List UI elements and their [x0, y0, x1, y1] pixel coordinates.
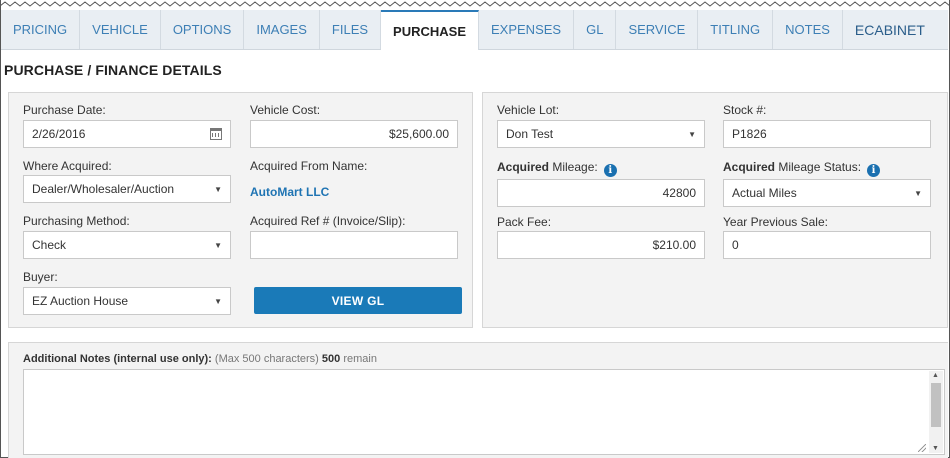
notes-scrollbar[interactable]: ▲ ▼	[929, 371, 943, 453]
acquired-mileage-value: 42800	[662, 186, 696, 200]
tab-bar: PRICING VEHICLE OPTIONS IMAGES FILES PUR…	[1, 10, 948, 50]
vehicle-lot-panel: Vehicle Lot: Don Test ▼ Stock #: P1826 A…	[482, 92, 948, 328]
where-acquired-value: Dealer/Wholesaler/Auction	[32, 182, 175, 196]
vehicle-cost-label: Vehicle Cost:	[250, 103, 321, 117]
acquired-mileage-label: Acquired Mileage: i	[497, 160, 617, 177]
acquired-mileage-label-bold: Acquired	[497, 160, 550, 174]
scrollbar-thumb[interactable]	[931, 383, 941, 427]
purchase-date-label: Purchase Date:	[23, 103, 106, 117]
notes-remain-word: remain	[340, 353, 377, 365]
tab-images[interactable]: IMAGES	[244, 10, 320, 49]
view-gl-button[interactable]: VIEW GL	[254, 287, 462, 314]
chevron-down-icon: ▼	[914, 188, 922, 198]
additional-notes-label: Additional Notes (internal use only): (M…	[23, 353, 377, 365]
notes-remain-count: 500	[321, 353, 341, 365]
pack-fee-value: $210.00	[652, 238, 696, 252]
stock-input[interactable]: P1826	[723, 120, 931, 148]
notes-label-hint: (Max 500 characters)	[211, 353, 322, 365]
year-previous-sale-value: 0	[732, 238, 739, 252]
tab-pricing[interactable]: PRICING	[1, 10, 81, 49]
buyer-select[interactable]: EZ Auction House ▼	[23, 287, 231, 315]
scroll-down-icon[interactable]: ▼	[932, 445, 939, 452]
vehicle-cost-input[interactable]: $25,600.00	[250, 120, 458, 148]
year-previous-sale-label: Year Previous Sale:	[723, 215, 828, 229]
pack-fee-input[interactable]: $210.00	[497, 231, 705, 259]
resize-grip-icon[interactable]	[918, 444, 926, 452]
additional-notes-panel: Additional Notes (internal use only): (M…	[8, 342, 948, 458]
tab-purchase[interactable]: PURCHASE	[381, 10, 479, 50]
purchase-date-value: 2/26/2016	[32, 127, 86, 141]
acquired-ref-label: Acquired Ref # (Invoice/Slip):	[250, 214, 406, 228]
vehicle-lot-label: Vehicle Lot:	[497, 103, 560, 117]
where-acquired-select[interactable]: Dealer/Wholesaler/Auction ▼	[23, 175, 231, 203]
chevron-down-icon: ▼	[214, 296, 222, 306]
stock-label: Stock #:	[723, 103, 767, 117]
tab-expenses[interactable]: EXPENSES	[479, 10, 575, 49]
vehicle-lot-value: Don Test	[506, 127, 554, 141]
tab-service[interactable]: SERVICE	[616, 10, 699, 49]
purchase-details-panel: Purchase Date: 2/26/2016 Vehicle Cost: $…	[8, 92, 473, 328]
vehicle-lot-select[interactable]: Don Test ▼	[497, 120, 705, 148]
where-acquired-label: Where Acquired:	[23, 159, 112, 173]
purchasing-method-label: Purchasing Method:	[23, 214, 130, 228]
tab-titling[interactable]: TITLING	[698, 10, 774, 49]
year-previous-sale-input[interactable]: 0	[723, 231, 931, 259]
buyer-label: Buyer:	[23, 270, 58, 284]
mileage-status-label-rest: Mileage Status:	[775, 160, 862, 174]
vehicle-cost-value: $25,600.00	[388, 127, 449, 141]
notes-label-strong: Additional Notes	[23, 353, 111, 365]
pack-fee-label: Pack Fee:	[497, 215, 552, 229]
acquired-ref-input[interactable]	[250, 231, 458, 259]
notes-label-mid: (internal use only):	[110, 353, 212, 365]
tab-files[interactable]: FILES	[320, 10, 382, 49]
purchasing-method-value: Check	[32, 238, 67, 252]
calendar-icon[interactable]	[210, 128, 222, 140]
chevron-down-icon: ▼	[688, 129, 696, 139]
stock-value: P1826	[732, 127, 767, 141]
acquired-from-link[interactable]: AutoMart LLC	[250, 185, 329, 199]
tab-gl[interactable]: GL	[574, 10, 617, 49]
purchasing-method-select[interactable]: Check ▼	[23, 231, 231, 259]
tab-notes[interactable]: NOTES	[773, 10, 843, 49]
info-icon[interactable]: i	[867, 164, 881, 177]
mileage-status-label: Acquired Mileage Status: i	[723, 160, 881, 177]
tab-ecabinet[interactable]: ECABINET	[843, 10, 937, 49]
mileage-status-label-bold: Acquired	[723, 160, 776, 174]
info-icon[interactable]: i	[603, 164, 617, 177]
buyer-value: EZ Auction House	[32, 294, 129, 308]
acquired-mileage-input[interactable]: 42800	[497, 179, 705, 207]
additional-notes-textarea[interactable]: ▲ ▼	[23, 369, 945, 455]
mileage-status-value: Actual Miles	[732, 186, 797, 200]
mileage-status-select[interactable]: Actual Miles ▼	[723, 179, 931, 207]
tab-options[interactable]: OPTIONS	[161, 10, 245, 49]
acquired-from-label: Acquired From Name:	[250, 159, 368, 173]
tab-vehicle[interactable]: VEHICLE	[80, 10, 161, 49]
page-title: PURCHASE / FINANCE DETAILS	[4, 62, 222, 78]
purchase-date-input[interactable]: 2/26/2016	[23, 120, 231, 148]
chevron-down-icon: ▼	[214, 240, 222, 250]
chevron-down-icon: ▼	[214, 184, 222, 194]
acquired-mileage-label-rest: Mileage:	[549, 160, 598, 174]
scroll-up-icon[interactable]: ▲	[932, 372, 939, 379]
